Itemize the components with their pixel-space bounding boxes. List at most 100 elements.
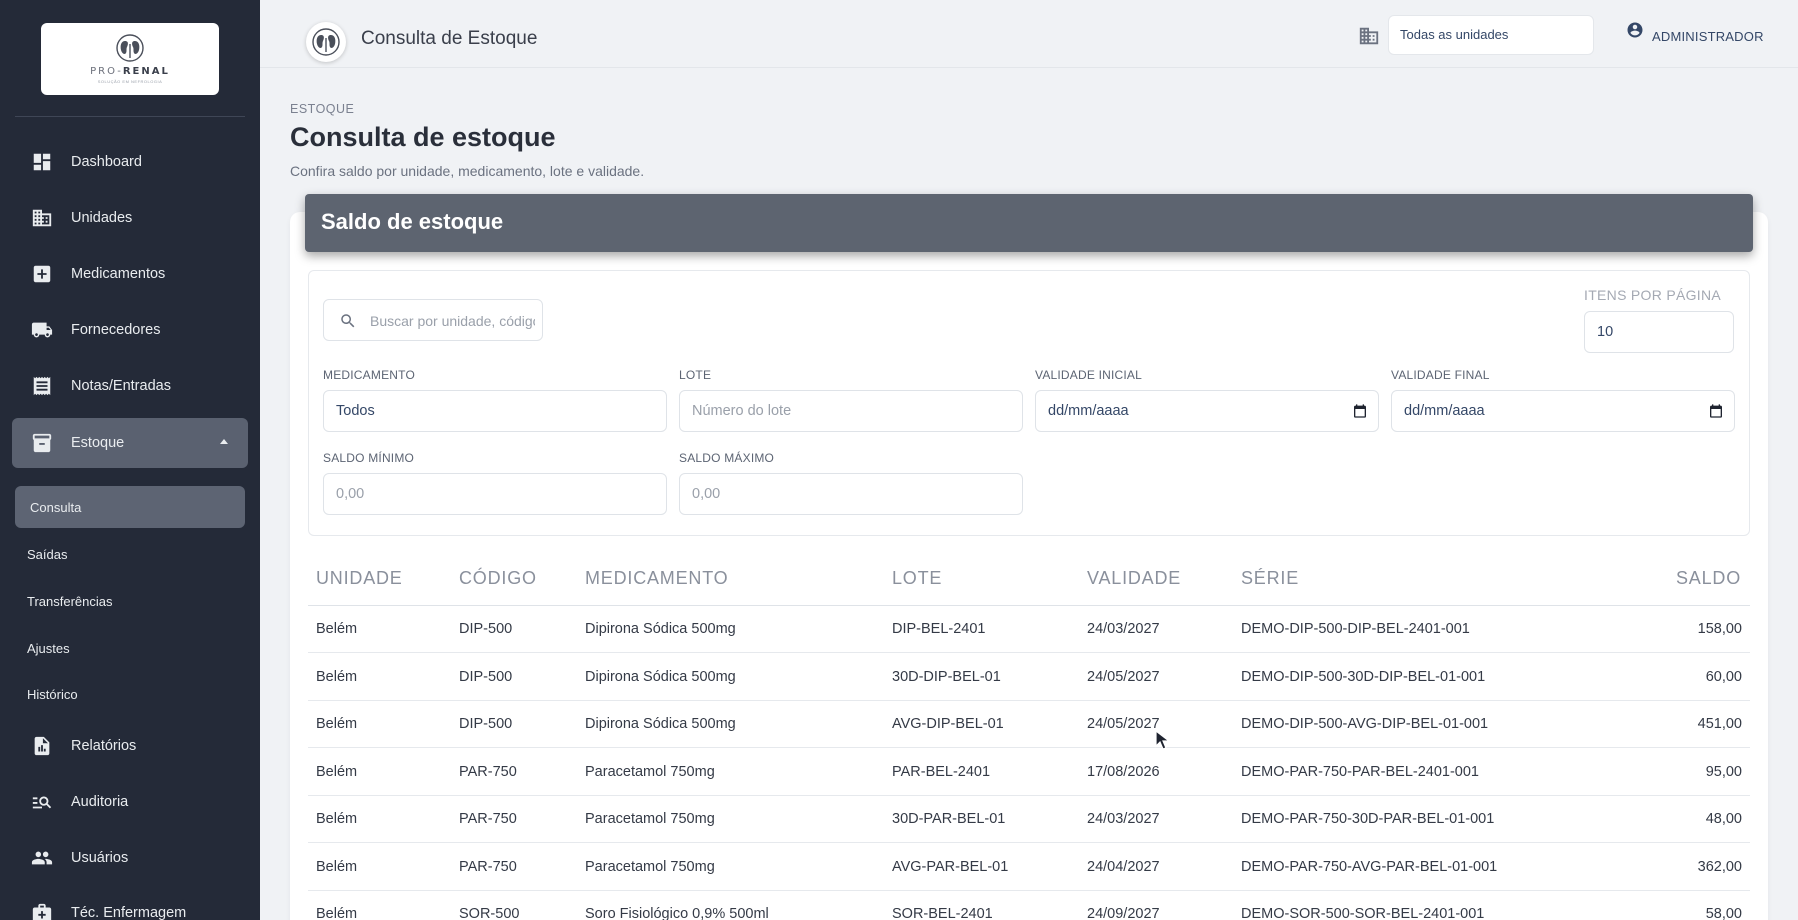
table-row[interactable]: Belém SOR-500 Soro Fisiológico 0,9% 500ml S…	[308, 891, 1750, 920]
sidebar-item-usuarios[interactable]: Usuários	[0, 834, 260, 882]
table-row[interactable]: Belém DIP-500 Dipirona Sódica 500mg AVG-DIP…	[308, 701, 1750, 748]
validade-inicial-input[interactable]: dd/mm/aaaa	[1035, 390, 1379, 432]
medicamento-label: MEDICAMENTO	[323, 368, 415, 382]
cell-lote: 30D-DIP-BEL-01	[892, 668, 1001, 685]
table-row[interactable]: Belém PAR-750 Paracetamol 750mg PAR-BEL-240…	[308, 749, 1750, 796]
topbar: Consulta de Estoque Todas as unidades AD…	[260, 0, 1798, 68]
dashboard-icon	[30, 150, 54, 174]
cell-unidade: Belém	[316, 668, 358, 685]
chevron-up-icon	[220, 439, 228, 444]
sidebar-subitem-consulta[interactable]: Consulta	[15, 486, 245, 528]
search-input[interactable]	[370, 310, 535, 332]
sidebar-item-auditoria[interactable]: Auditoria	[0, 778, 260, 826]
table-row[interactable]: Belém PAR-750 Paracetamol 750mg AVG-PAR-BEL…	[308, 844, 1750, 891]
sidebar-item-label: Auditoria	[71, 794, 129, 810]
cell-unidade: Belém	[316, 621, 358, 637]
cell-lote: AVG-PAR-BEL-01	[892, 858, 1009, 875]
cell-validade: 17/08/2026	[1087, 763, 1160, 780]
sidebar-item-notas-entradas[interactable]: Notas/Entradas	[0, 362, 260, 410]
sidebar-subitem-transferencias[interactable]: Transferências	[0, 581, 260, 621]
validade-inicial-value: dd/mm/aaaa	[1048, 403, 1129, 419]
cell-codigo: PAR-750	[459, 763, 517, 780]
sidebar-item-estoque[interactable]: Estoque	[12, 418, 248, 468]
saldo-minimo-input[interactable]: 0,00	[323, 473, 667, 515]
column-header-unidade[interactable]: UNIDADE	[316, 568, 403, 589]
cell-validade: 24/09/2027	[1087, 906, 1160, 920]
table-row[interactable]: Belém DIP-500 Dipirona Sódica 500mg DIP-BEL…	[308, 606, 1750, 653]
cell-serie: DEMO-DIP-500-30D-DIP-BEL-01-001	[1241, 668, 1486, 685]
brand-logo[interactable]: PRO-RENAL SOLUÇÃO EM NEFROLOGIA	[41, 23, 219, 95]
items-per-page-label: ITENS POR PÁGINA	[1584, 287, 1722, 303]
sidebar-item-label: Téc. Enfermagem	[71, 905, 187, 920]
lote-input[interactable]: Número do lote	[679, 390, 1023, 432]
cell-serie: DEMO-DIP-500-DIP-BEL-2401-001	[1241, 621, 1470, 637]
archive-icon	[30, 431, 54, 455]
user-name[interactable]: ADMINISTRADOR	[1652, 29, 1764, 44]
saldo-minimo-label: SALDO MÍNIMO	[323, 451, 415, 465]
sidebar-subitem-historico[interactable]: Histórico	[0, 674, 260, 714]
column-header-validade[interactable]: VALIDADE	[1087, 568, 1181, 589]
cell-medicamento: Dipirona Sódica 500mg	[585, 668, 736, 685]
truck-icon	[30, 318, 54, 342]
sidebar-item-relatorios[interactable]: Relatórios	[0, 722, 260, 770]
cell-medicamento: Dipirona Sódica 500mg	[585, 716, 736, 732]
column-header-saldo[interactable]: SALDO	[1676, 568, 1741, 589]
page-title: Consulta de estoque	[290, 122, 556, 152]
sidebar-item-label: Fornecedores	[71, 322, 161, 338]
sidebar-subitem-ajustes[interactable]: Ajustes	[0, 628, 260, 668]
cell-serie: DEMO-PAR-750-30D-PAR-BEL-01-001	[1241, 811, 1495, 827]
validade-final-label: VALIDADE FINAL	[1391, 368, 1490, 382]
calendar-icon[interactable]	[1352, 403, 1368, 419]
table-row[interactable]: Belém PAR-750 Paracetamol 750mg 30D-PAR-BEL…	[308, 796, 1750, 843]
account-circle-icon[interactable]	[1626, 21, 1644, 39]
app-logo[interactable]	[306, 22, 346, 62]
sidebar-item-tec-enfermagem[interactable]: Téc. Enfermagem	[0, 889, 260, 920]
saldo-maximo-input[interactable]: 0,00	[679, 473, 1023, 515]
search-list-icon	[30, 790, 54, 814]
medical-bag-icon	[30, 901, 54, 920]
calendar-icon[interactable]	[1708, 403, 1724, 419]
column-header-serie[interactable]: SÉRIE	[1241, 568, 1299, 589]
cell-unidade: Belém	[316, 858, 358, 875]
items-per-page-select[interactable]: 10	[1584, 311, 1734, 353]
sidebar-item-unidades[interactable]: Unidades	[0, 194, 260, 242]
medicamento-select[interactable]: Todos	[323, 390, 667, 432]
lote-label: LOTE	[679, 368, 712, 382]
validade-final-input[interactable]: dd/mm/aaaa	[1391, 390, 1735, 432]
cell-serie: DEMO-SOR-500-SOR-BEL-2401-001	[1241, 906, 1485, 920]
brand-tagline: SOLUÇÃO EM NEFROLOGIA	[97, 79, 163, 84]
column-header-medicamento[interactable]: MEDICAMENTO	[585, 568, 728, 589]
brand-prefix: PRO-	[90, 66, 123, 77]
users-icon	[30, 846, 54, 870]
sidebar: PRO-RENAL SOLUÇÃO EM NEFROLOGIA Dashboar…	[0, 0, 260, 920]
saldo-maximo-label: SALDO MÁXIMO	[679, 451, 775, 465]
cell-medicamento: Paracetamol 750mg	[585, 811, 715, 827]
cell-saldo: 451,00	[1697, 716, 1742, 732]
sidebar-item-label: Dashboard	[71, 154, 142, 170]
cell-saldo: 158,00	[1697, 621, 1742, 637]
sidebar-item-label: Unidades	[71, 210, 133, 226]
sidebar-divider	[15, 116, 245, 117]
sidebar-item-dashboard[interactable]: Dashboard	[0, 138, 260, 186]
unit-select[interactable]: Todas as unidades	[1388, 15, 1594, 55]
cell-serie: DEMO-PAR-750-AVG-PAR-BEL-01-001	[1241, 858, 1498, 875]
cell-unidade: Belém	[316, 811, 358, 827]
sidebar-subitem-saidas[interactable]: Saídas	[0, 534, 260, 574]
table-row[interactable]: Belém DIP-500 Dipirona Sódica 500mg 30D-DIP…	[308, 654, 1750, 701]
receipt-icon	[30, 374, 54, 398]
column-header-codigo[interactable]: CÓDIGO	[459, 568, 537, 589]
sidebar-item-medicamentos[interactable]: Medicamentos	[0, 250, 260, 298]
search-field[interactable]	[323, 299, 543, 341]
cell-validade: 24/04/2027	[1087, 858, 1160, 875]
cell-serie: DEMO-DIP-500-AVG-DIP-BEL-01-001	[1241, 716, 1489, 732]
cell-unidade: Belém	[316, 716, 358, 732]
building-icon	[30, 206, 54, 230]
sidebar-item-label: Usuários	[71, 850, 129, 866]
cell-saldo: 60,00	[1705, 668, 1742, 685]
page-subtitle: Confira saldo por unidade, medicamento, …	[290, 163, 645, 179]
sidebar-item-fornecedores[interactable]: Fornecedores	[0, 306, 260, 354]
card-title: Saldo de estoque	[321, 209, 504, 234]
validade-final-value: dd/mm/aaaa	[1404, 403, 1485, 419]
column-header-lote[interactable]: LOTE	[892, 568, 942, 589]
cell-validade: 24/05/2027	[1087, 668, 1160, 685]
